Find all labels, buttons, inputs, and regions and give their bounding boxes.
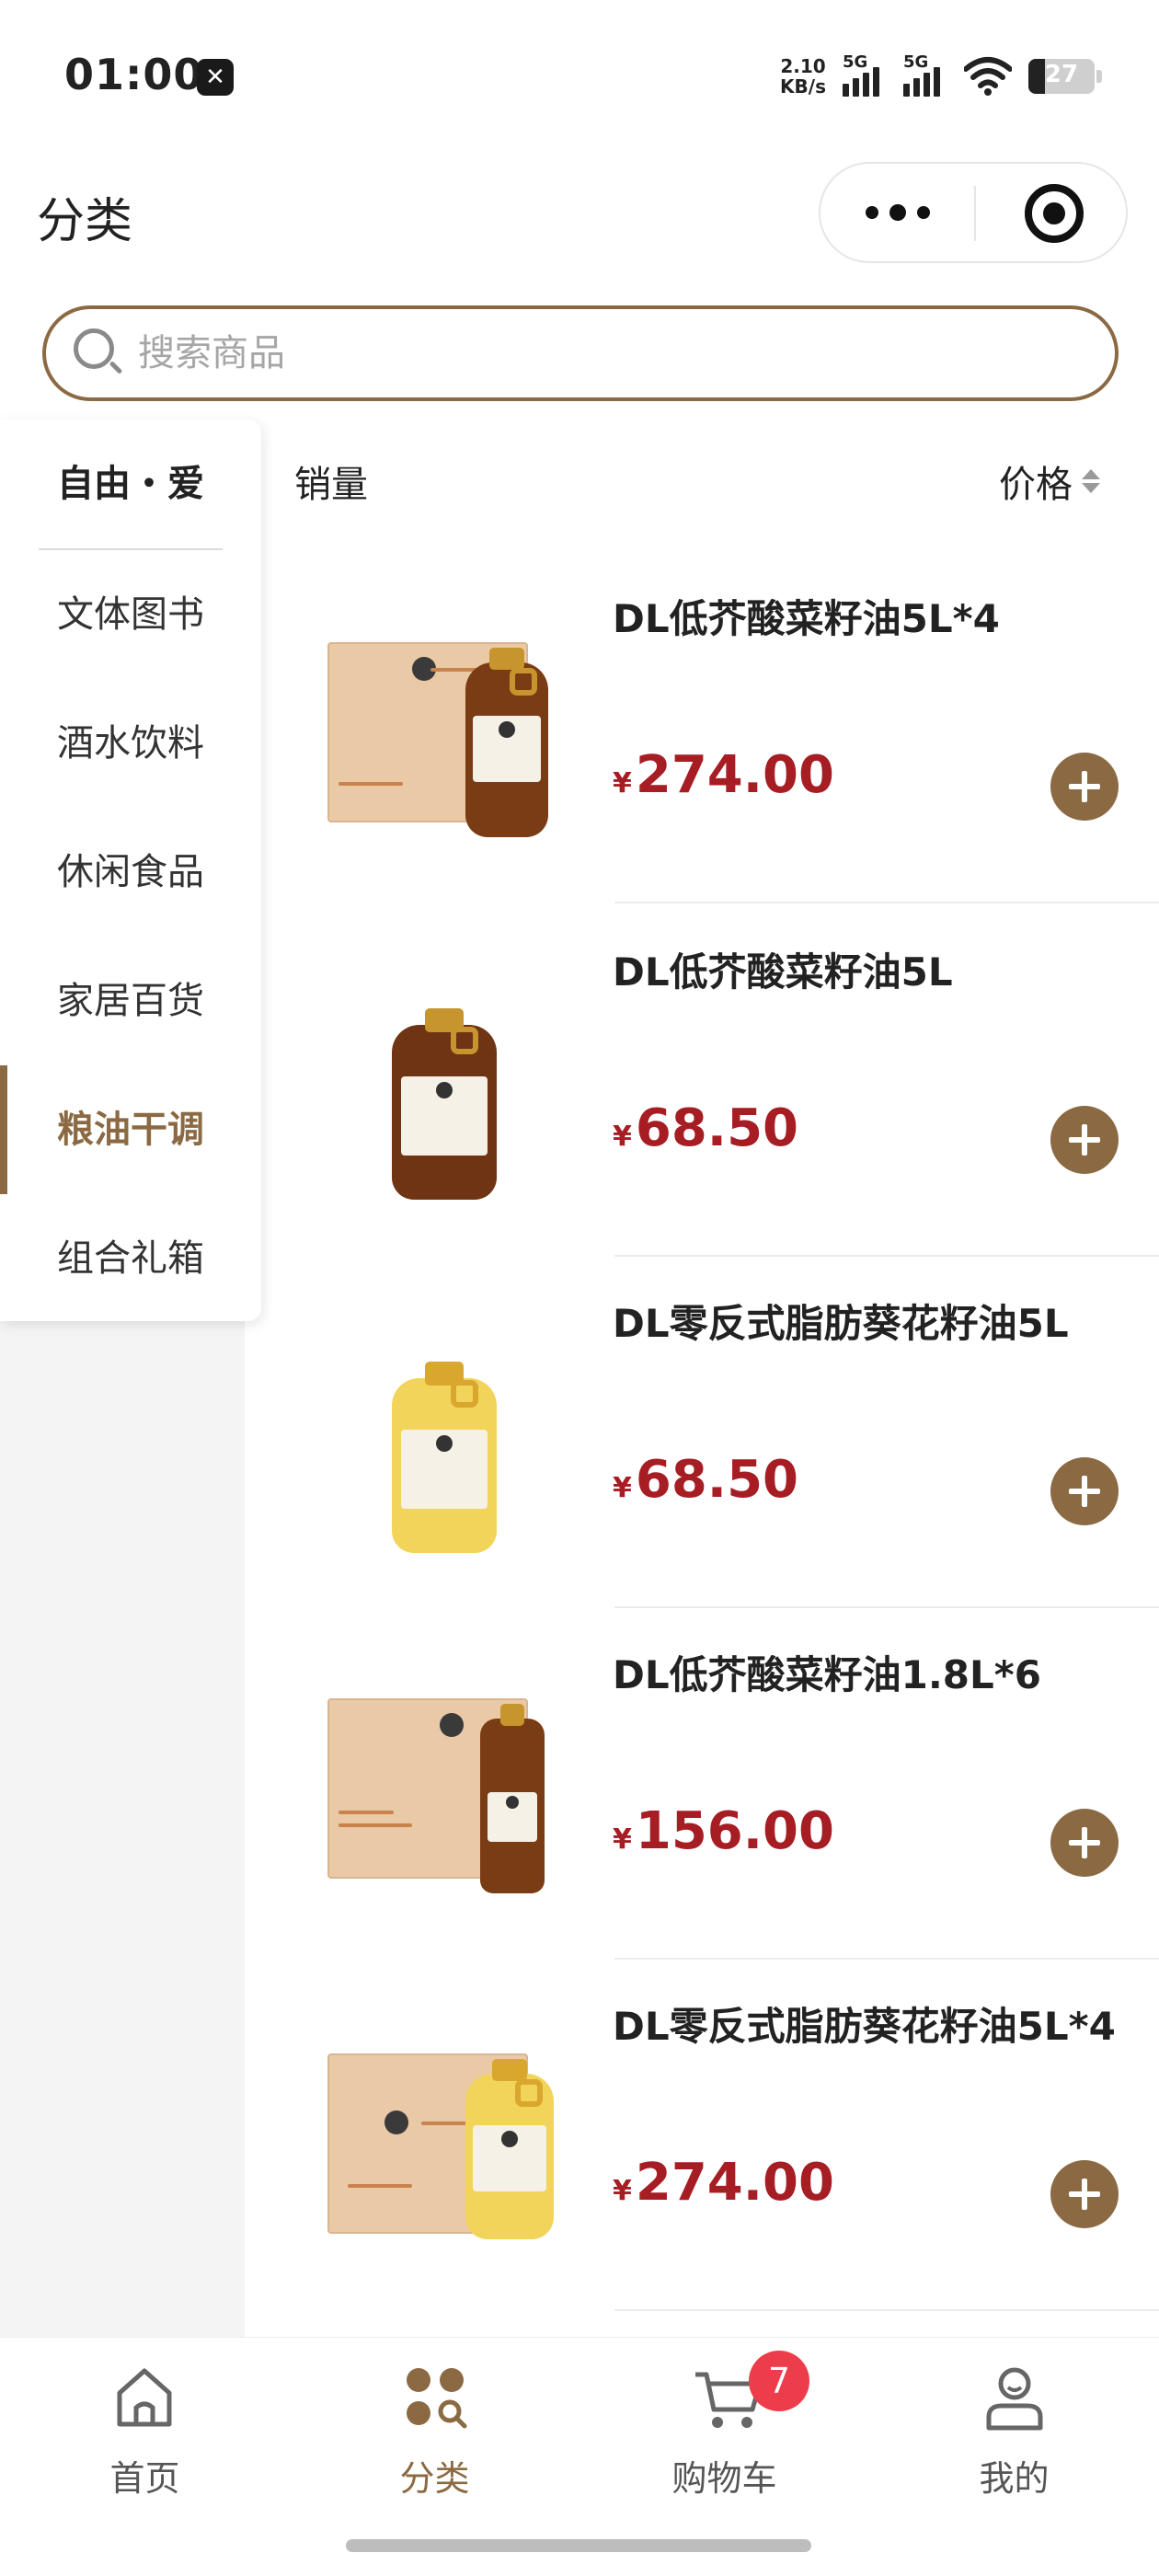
sidebar-item-stationery-books[interactable]: 文体图书 — [0, 550, 261, 679]
network-speed: 2.10 KB/s — [780, 55, 826, 98]
sort-arrows-icon — [1082, 469, 1100, 493]
status-icons: 2.10 KB/s 5G 5G 27 — [780, 52, 1102, 99]
product-card[interactable]: DL低芥酸菜籽油5L*4 ¥274.00 — [245, 552, 1159, 903]
tab-home[interactable]: 首页 — [0, 2338, 290, 2522]
sidebar-item-drinks[interactable]: 酒水饮料 — [0, 679, 261, 808]
product-card[interactable]: DL低芥酸菜籽油1.8L*6 ¥156.00 — [245, 1608, 1159, 1960]
sidebar-header[interactable]: 自由・爱 — [0, 420, 261, 548]
sort-by-sales[interactable]: 销量 — [294, 454, 368, 508]
canola-oil-jug-image — [318, 979, 557, 1200]
add-to-cart-button[interactable] — [1050, 1106, 1119, 1174]
add-to-cart-button[interactable] — [1050, 753, 1119, 821]
sort-by-price[interactable]: 价格 — [999, 454, 1100, 508]
product-price: ¥156.00 — [613, 1801, 834, 1861]
signal-icon-2: 5G — [903, 52, 947, 97]
wifi-icon — [964, 57, 1012, 96]
add-to-cart-button[interactable] — [1050, 1809, 1119, 1877]
close-mini-program-icon[interactable] — [1025, 184, 1084, 243]
app-notification-icon: ✕ — [197, 59, 234, 96]
home-indicator — [346, 2539, 811, 2552]
product-card[interactable]: DL低芥酸菜籽油5L ¥68.50 — [245, 905, 1159, 1257]
more-options-icon[interactable] — [820, 164, 975, 261]
sidebar-item-grain-oil[interactable]: 粮油干调 — [0, 1065, 261, 1194]
battery-icon: 27 — [1028, 59, 1102, 94]
product-price: ¥274.00 — [613, 2153, 834, 2213]
sunflower-oil-box-image — [318, 2033, 557, 2254]
canola-oil-box-image — [318, 626, 557, 846]
sidebar-item-gift-boxes[interactable]: 组合礼箱 — [0, 1194, 261, 1323]
sidebar-item-household[interactable]: 家居百货 — [0, 937, 261, 1065]
user-icon — [986, 2367, 1043, 2431]
sunflower-oil-jug-image — [318, 1330, 557, 1553]
canola-oil-box-of-six-image — [318, 1682, 557, 1903]
product-name: DL低芥酸菜籽油5L — [613, 949, 953, 995]
tab-cart[interactable]: 7 购物车 — [580, 2338, 869, 2522]
home-icon — [117, 2368, 172, 2427]
product-name: DL零反式脂肪葵花籽油5L*4 — [613, 2004, 1116, 2049]
product-divider — [614, 2309, 1159, 2311]
product-card[interactable]: DL零反式脂肪葵花籽油5L*4 ¥274.00 — [245, 1960, 1159, 2311]
product-divider — [614, 902, 1159, 903]
status-bar: 01:00 ✕ 2.10 KB/s 5G 5G 27 — [0, 0, 1159, 156]
signal-icon: 5G — [843, 52, 887, 97]
tab-category[interactable]: 分类 — [290, 2338, 580, 2522]
search-icon — [74, 328, 123, 378]
status-time: 01:00 — [64, 50, 204, 99]
mini-program-capsule — [819, 162, 1128, 263]
product-price: ¥68.50 — [613, 1450, 799, 1510]
sidebar-item-snacks[interactable]: 休闲食品 — [0, 808, 261, 937]
search-bar[interactable] — [42, 305, 1119, 401]
product-name: DL低芥酸菜籽油5L*4 — [613, 596, 1000, 641]
product-price: ¥274.00 — [613, 745, 834, 805]
search-input[interactable] — [138, 332, 1058, 374]
add-to-cart-button[interactable] — [1050, 1457, 1119, 1525]
category-icon — [407, 2368, 467, 2429]
add-to-cart-button[interactable] — [1050, 2160, 1119, 2228]
capsule-divider — [974, 186, 976, 241]
tab-mine[interactable]: 我的 — [869, 2338, 1159, 2522]
page-title: 分类 — [37, 194, 133, 249]
product-name: DL零反式脂肪葵花籽油5L — [613, 1301, 1069, 1346]
category-sidebar: 自由・爱 文体图书 酒水饮料 休闲食品 家居百货 粮油干调 组合礼箱 — [0, 420, 261, 1321]
product-price: ¥68.50 — [613, 1098, 799, 1158]
cart-badge: 7 — [749, 2351, 809, 2411]
product-card[interactable]: DL零反式脂肪葵花籽油5L ¥68.50 — [245, 1257, 1159, 1608]
product-name: DL低芥酸菜籽油1.8L*6 — [613, 1652, 1041, 1697]
